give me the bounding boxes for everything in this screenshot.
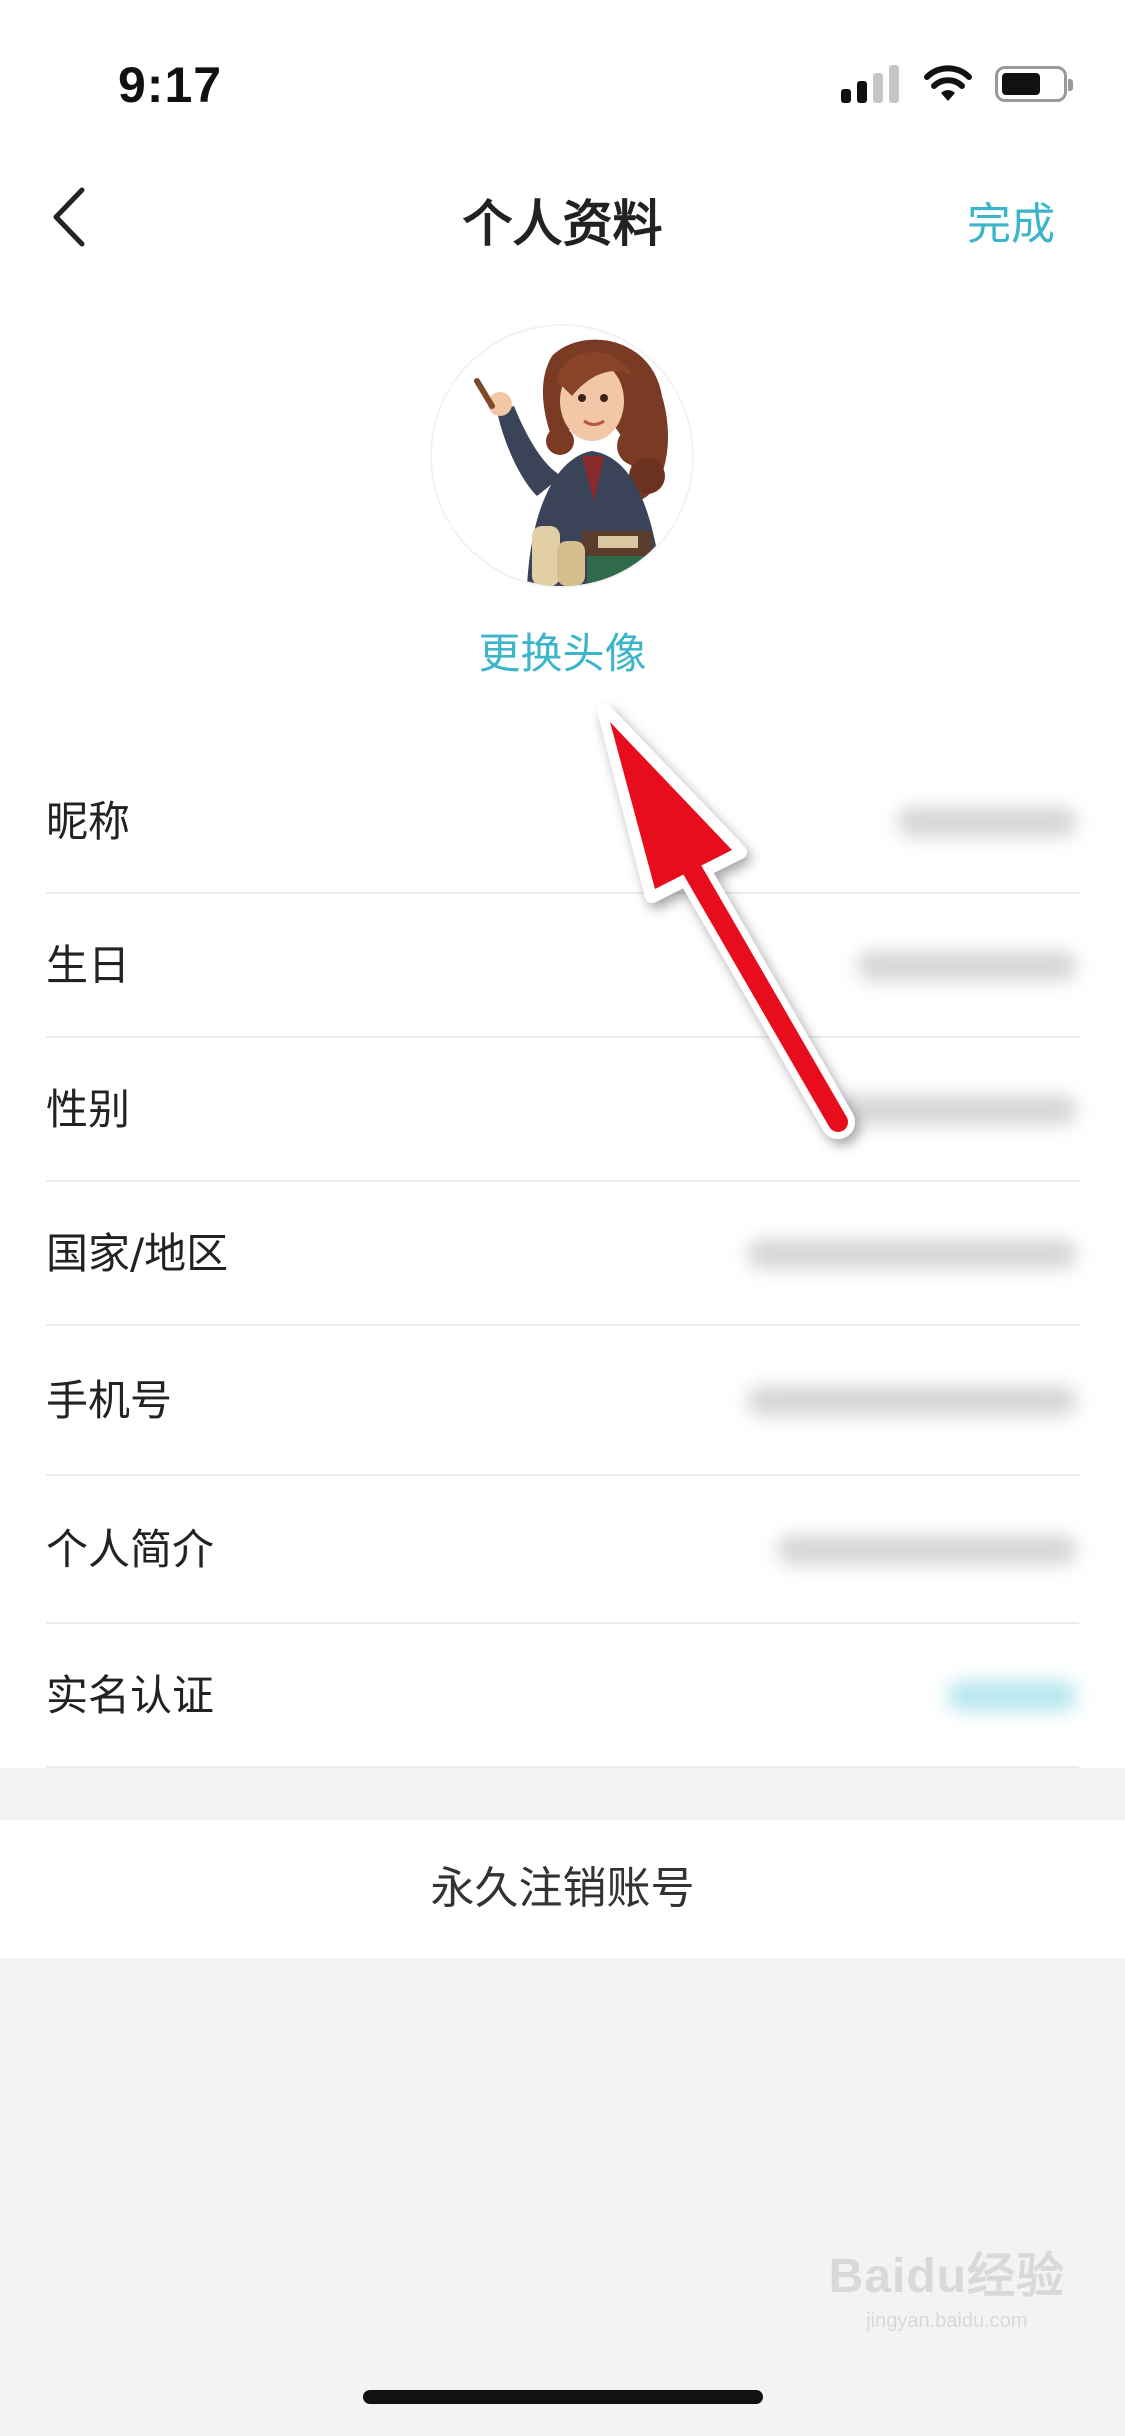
status-time: 9:17 [118, 57, 223, 113]
status-icons [841, 62, 1073, 106]
wifi-icon [924, 65, 972, 101]
field-row-phone[interactable]: 手机号 [0, 1326, 1125, 1476]
change-avatar-link[interactable]: 更换头像 [0, 620, 1125, 681]
signal-icon [841, 65, 899, 103]
field-label: 手机号 [46, 1376, 173, 1425]
watermark-brand: Baidu经验 [828, 2250, 1065, 2303]
done-button[interactable]: 完成 [967, 188, 1055, 252]
field-row-gender[interactable]: 性别 [0, 1038, 1125, 1182]
profile-field-list: 昵称 生日 性别 国家/地区 手机号 个人简介 实名认证 [0, 770, 1125, 1768]
delete-account-button[interactable]: 永久注销账号 [0, 1820, 1125, 1958]
field-label: 昵称 [46, 797, 131, 846]
battery-icon [995, 66, 1073, 102]
field-value-redacted [897, 807, 1077, 837]
field-value-redacted [747, 1386, 1077, 1416]
field-value-redacted [837, 1095, 1077, 1125]
page-title: 个人资料 [462, 195, 663, 253]
field-label: 个人简介 [46, 1525, 215, 1574]
divider [46, 1766, 1079, 1768]
field-label: 生日 [46, 941, 131, 990]
field-row-bio[interactable]: 个人简介 [0, 1476, 1125, 1624]
field-value-redacted [747, 1239, 1077, 1269]
watermark-domain: jingyan.baidu.com [866, 2310, 1028, 2332]
field-row-nickname[interactable]: 昵称 [0, 770, 1125, 894]
field-row-verification[interactable]: 实名认证 [0, 1624, 1125, 1768]
field-value-redacted [947, 1681, 1077, 1711]
field-row-birthday[interactable]: 生日 [0, 894, 1125, 1038]
field-label: 国家/地区 [46, 1229, 229, 1278]
field-label: 实名认证 [46, 1671, 215, 1720]
field-label: 性别 [46, 1085, 131, 1134]
baidu-watermark: Baidu经验 jingyan.baidu.com [829, 2236, 1065, 2333]
avatar[interactable] [432, 326, 692, 586]
field-row-region[interactable]: 国家/地区 [0, 1182, 1125, 1326]
avatar-illustration [432, 326, 692, 586]
home-indicator [363, 2390, 763, 2404]
field-value-redacted [857, 951, 1077, 981]
field-value-redacted [777, 1535, 1077, 1565]
